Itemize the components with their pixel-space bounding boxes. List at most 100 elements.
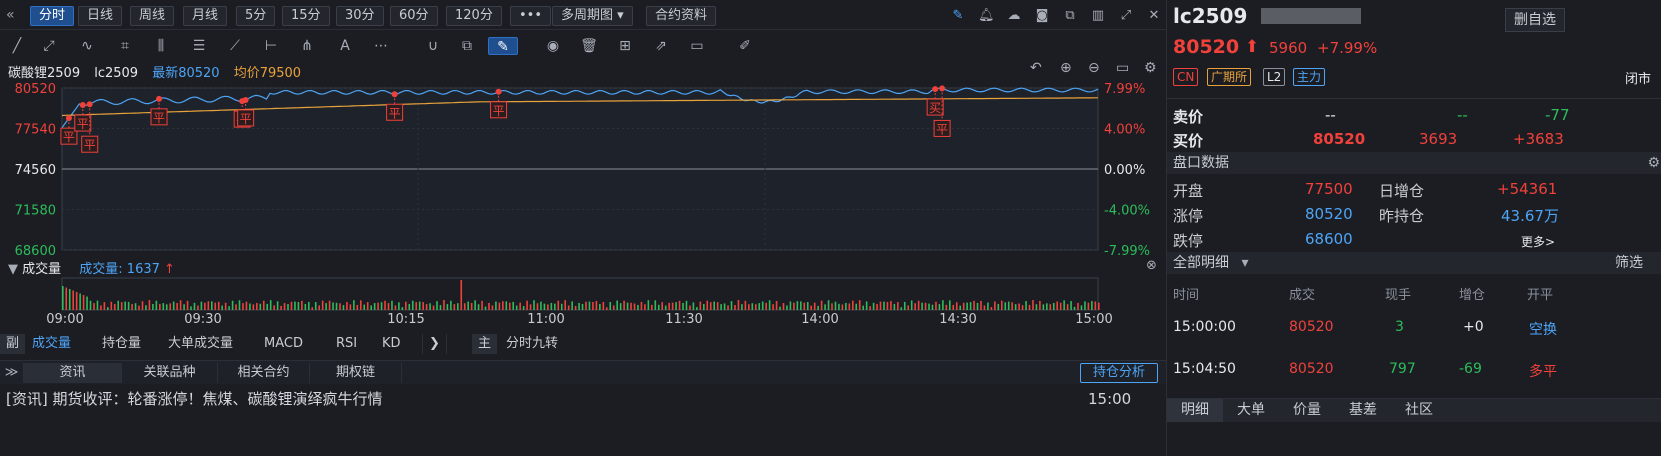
volume-bar: [692, 302, 695, 310]
volume-dropdown-icon[interactable]: ▼: [8, 262, 18, 277]
volume-bar: [79, 293, 81, 310]
main-indicator-item[interactable]: 分时九转: [500, 334, 564, 354]
intraday-chart[interactable]: 80520 7.99% 77540 4.00% 74560 0.00% 71580 -4.00…: [0, 80, 1166, 258]
bar-tool-icon[interactable]: ⫼: [152, 37, 170, 55]
zoom-in-icon[interactable]: ⊕: [1060, 60, 1072, 76]
edit-pen-icon[interactable]: ✎: [488, 37, 518, 55]
col-type: 开平: [1527, 288, 1554, 303]
volume-bar: [113, 303, 116, 310]
trade-marker-label: 平: [389, 106, 401, 120]
layers-icon[interactable]: ⧉: [458, 37, 476, 55]
fullscreen-icon[interactable]: ⤢: [1118, 8, 1134, 24]
volume-bar: [605, 307, 608, 310]
tab-related-contracts[interactable]: 相关合约: [218, 363, 310, 383]
sub-tab-volume[interactable]: 成交量: [26, 334, 77, 354]
more-periods-button[interactable]: •••: [510, 6, 552, 26]
volume-bar: [283, 303, 286, 310]
close-icon[interactable]: ✕: [1146, 8, 1162, 24]
volume-bar: [287, 304, 289, 310]
magnet-icon[interactable]: ∪: [424, 37, 442, 55]
tab-news[interactable]: 资讯: [24, 363, 122, 383]
sub-tab-rsi[interactable]: RSI: [330, 334, 363, 354]
volume-bar: [165, 304, 168, 310]
eye-icon[interactable]: ◉: [544, 37, 562, 55]
fan-tool-icon[interactable]: ⟋: [226, 37, 244, 55]
multi-period-dropdown[interactable]: 多周期图 ▾: [552, 6, 633, 26]
sub-tab-kd[interactable]: KD: [376, 334, 407, 354]
fib-tool-icon[interactable]: ☰: [190, 37, 208, 55]
more-link[interactable]: 更多>: [1521, 233, 1555, 250]
col-price: 成交: [1289, 288, 1316, 303]
undo-icon[interactable]: ↶: [1030, 60, 1042, 76]
text-tool-icon[interactable]: A: [336, 37, 354, 55]
detail-title[interactable]: 全部明细: [1173, 255, 1229, 271]
period-intraday-button[interactable]: 分时: [30, 6, 75, 26]
draw-pen-icon[interactable]: ✎: [950, 8, 966, 24]
chart-icon[interactable]: ▥: [1090, 8, 1106, 24]
more-tools-icon[interactable]: ⋯: [372, 37, 390, 55]
zoom-out-icon[interactable]: ⊖: [1088, 60, 1100, 76]
volume-bar: [983, 305, 986, 310]
crop-tool-icon[interactable]: ⌗: [116, 37, 134, 55]
pitchfork-tool-icon[interactable]: ⋔: [298, 37, 316, 55]
close-indicator-icon[interactable]: ⊗: [1146, 258, 1157, 273]
ask-label: 卖价: [1173, 108, 1204, 126]
period-30min-button[interactable]: 30分: [336, 6, 384, 26]
trade-marker-dot: [495, 88, 502, 95]
tab-price-volume[interactable]: 价量: [1279, 399, 1335, 422]
period-120min-button[interactable]: 120分: [446, 6, 502, 26]
tab-option-chain[interactable]: 期权链: [310, 363, 402, 383]
tab-basis[interactable]: 基差: [1335, 399, 1391, 422]
volume-bar: [671, 302, 674, 310]
news-item[interactable]: [资讯] 期货收评：轮番涨停！焦煤、碳酸锂演绎疯牛行情 15:00: [6, 387, 1166, 411]
tab-detail[interactable]: 明细: [1167, 399, 1223, 422]
trash-icon[interactable]: 🗑︎: [580, 37, 598, 55]
curve-tool-icon[interactable]: ∿: [78, 37, 96, 55]
contract-info-button[interactable]: 合约资料: [646, 6, 717, 26]
copy-icon[interactable]: ⧉: [1062, 8, 1078, 24]
volume-bar: [491, 305, 494, 310]
period-weekly-button[interactable]: 周线: [130, 6, 175, 26]
tab-community[interactable]: 社区: [1391, 399, 1447, 422]
volume-bar: [931, 304, 934, 310]
tab-big-order[interactable]: 大单: [1223, 399, 1279, 422]
window-icon[interactable]: ▭: [1116, 60, 1129, 76]
volume-bar: [110, 301, 113, 310]
tab-related-varieties[interactable]: 关联品种: [122, 363, 218, 383]
detail-filter[interactable]: 筛选: [1615, 252, 1643, 274]
volume-bar: [1046, 303, 1048, 310]
disk-settings-icon[interactable]: ⚙: [1647, 152, 1660, 174]
period-daily-button[interactable]: 日线: [78, 6, 123, 26]
sub-tab-big-order[interactable]: 大单成交量: [162, 334, 239, 354]
volume-bar: [1035, 304, 1038, 310]
bell-icon[interactable]: 🔔︎: [978, 8, 995, 24]
export-icon[interactable]: ⇗: [652, 37, 670, 55]
line-tool-icon[interactable]: ╱: [8, 37, 26, 55]
volume-bar: [903, 301, 906, 310]
collapse-left-icon[interactable]: «: [6, 6, 24, 24]
drawing-toolbar: ╱ ⤢ ∿ ⌗ ⫼ ☰ ⟋ ⊢ ⋔ A ⋯ ∪ ⧉ ✎ ◉ 🗑︎ ⊞ ⇗ ▭ ✐: [0, 32, 1236, 60]
volume-bar: [176, 303, 178, 310]
volume-indicator-label[interactable]: 成交量: [22, 262, 61, 277]
period-5min-button[interactable]: 5分: [236, 6, 276, 26]
grid-icon[interactable]: ⊞: [616, 37, 634, 55]
ray-tool-icon[interactable]: ⤢: [40, 37, 58, 55]
camera-icon[interactable]: ◙: [1034, 8, 1050, 24]
position-analysis-button[interactable]: 持仓分析: [1080, 363, 1158, 383]
detail-dropdown-icon[interactable]: ▾: [1241, 255, 1248, 271]
remove-favorite-button[interactable]: 删自选: [1505, 8, 1565, 32]
cloud-icon[interactable]: ☁: [1006, 8, 1022, 24]
sub-tab-next-icon[interactable]: ❯: [422, 334, 447, 354]
period-monthly-button[interactable]: 月线: [183, 6, 228, 26]
period-60min-button[interactable]: 60分: [390, 6, 438, 26]
sub-tab-open-interest[interactable]: 持仓量: [96, 334, 147, 354]
ruler-icon[interactable]: ✐: [736, 37, 754, 55]
news-title[interactable]: [资讯] 期货收评：轮番涨停！焦煤、碳酸锂演绎疯牛行情: [6, 390, 382, 408]
comment-icon[interactable]: ▭: [688, 37, 706, 55]
sub-tab-macd[interactable]: MACD: [258, 334, 309, 354]
period-15min-button[interactable]: 15分: [282, 6, 330, 26]
collapse-news-icon[interactable]: ≫: [0, 363, 24, 383]
settings-icon[interactable]: ⚙: [1144, 60, 1157, 76]
trade-marker-label: 平: [936, 122, 948, 136]
measure-tool-icon[interactable]: ⊢: [262, 37, 280, 55]
